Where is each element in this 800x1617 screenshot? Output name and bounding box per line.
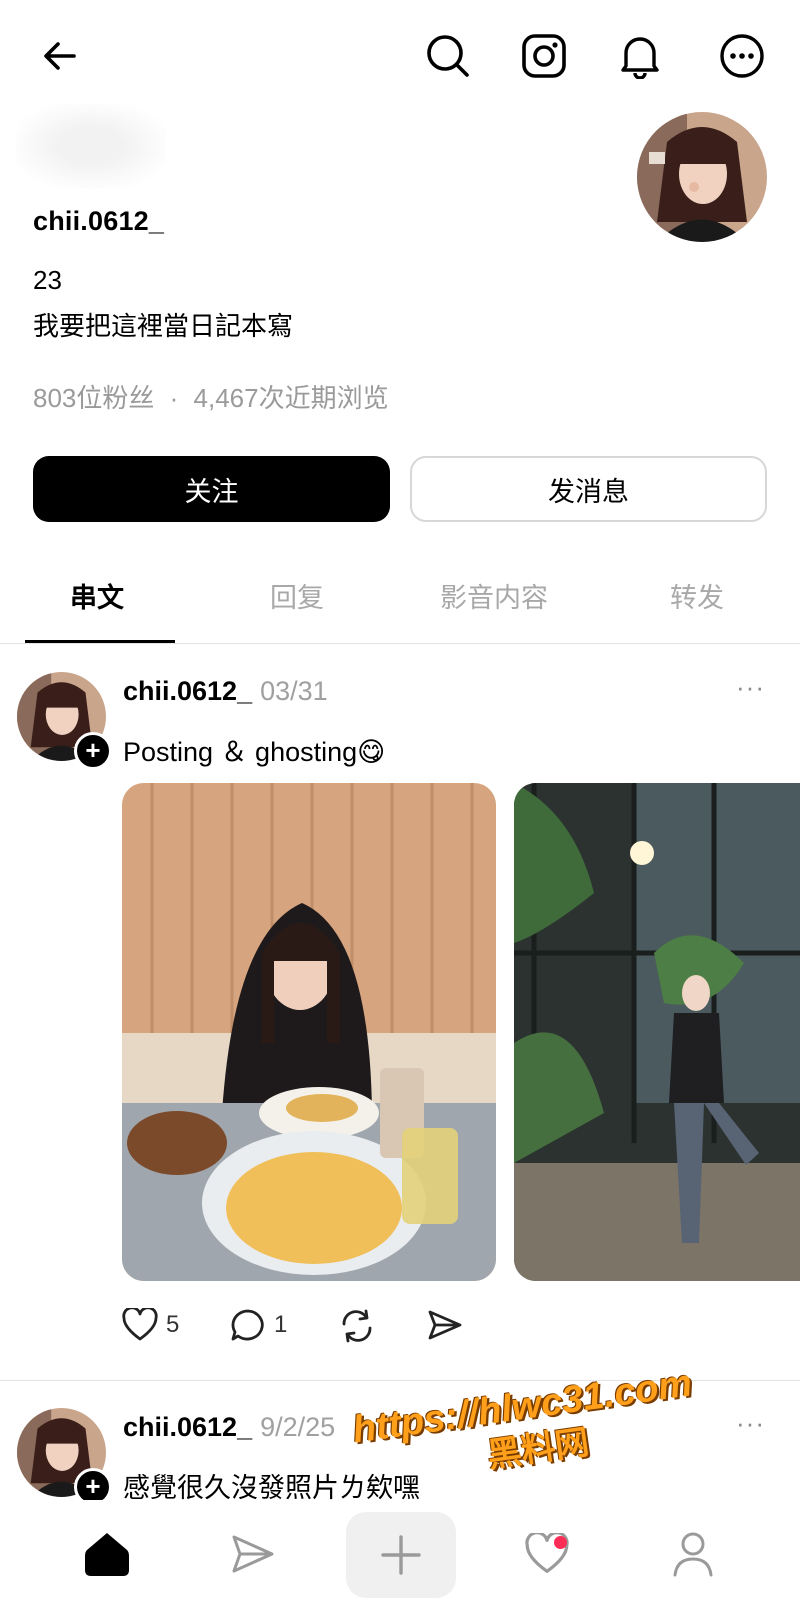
notification-dot xyxy=(554,1536,567,1549)
top-bar xyxy=(0,0,800,110)
comment-count: 1 xyxy=(274,1311,288,1338)
heart-icon[interactable] xyxy=(502,1514,592,1594)
bell-icon[interactable] xyxy=(614,30,666,82)
follow-button[interactable]: 关注 xyxy=(33,456,390,522)
post-author[interactable]: chii.0612_ xyxy=(123,676,252,706)
comment-icon xyxy=(231,1309,264,1341)
tab-media[interactable]: 影音内容 xyxy=(440,576,548,615)
blurred-display-name xyxy=(16,104,166,188)
send-icon[interactable] xyxy=(208,1514,298,1594)
back-arrow-icon[interactable] xyxy=(34,30,86,82)
profile-stats: 803位粉丝 · 4,467次近期浏览 xyxy=(33,378,389,415)
repost-icon xyxy=(342,1309,372,1343)
like-action[interactable]: 5 xyxy=(122,1308,179,1342)
home-icon[interactable] xyxy=(62,1514,152,1594)
post-text: Posting ＆ ghosting😋 xyxy=(123,737,386,767)
post-author-line: chii.0612_ 9/2/25 xyxy=(123,1412,335,1443)
comment-action[interactable]: 1 xyxy=(230,1308,287,1342)
followers-count[interactable]: 803位粉丝 xyxy=(33,383,154,413)
stats-separator: · xyxy=(169,383,179,413)
share-action[interactable] xyxy=(426,1308,464,1342)
instagram-icon[interactable] xyxy=(518,30,570,82)
profile-username: chii.0612_ xyxy=(33,206,165,236)
profile-bio-line1: 23 xyxy=(33,265,62,295)
send-icon xyxy=(428,1310,462,1340)
post-date: 9/2/25 xyxy=(260,1412,336,1442)
repost-action[interactable] xyxy=(338,1308,376,1344)
post-date: 03/31 xyxy=(260,676,328,706)
post-more-icon[interactable]: ··· xyxy=(736,1408,765,1439)
search-icon[interactable] xyxy=(422,30,474,82)
profile-bio-line2: 我要把這裡當日記本寫 xyxy=(33,311,294,341)
post-author-line: chii.0612_ 03/31 xyxy=(123,676,328,707)
post-photo-restaurant[interactable] xyxy=(122,783,496,1281)
heart-icon xyxy=(122,1308,158,1341)
post-author[interactable]: chii.0612_ xyxy=(123,1412,252,1442)
views-count: 4,467次近期浏览 xyxy=(193,383,389,413)
post-actions: 5 1 xyxy=(0,1308,800,1358)
profile-tabs: 串文 回复 影音内容 转发 xyxy=(0,548,800,644)
message-button[interactable]: 发消息 xyxy=(410,456,767,522)
post-photo-garden[interactable] xyxy=(514,783,800,1281)
tab-replies[interactable]: 回复 xyxy=(270,576,324,615)
tab-reposts[interactable]: 转发 xyxy=(670,576,724,615)
plus-icon[interactable] xyxy=(346,1512,456,1598)
follow-plus-icon[interactable]: + xyxy=(74,732,112,770)
bottom-nav xyxy=(0,1500,800,1617)
watermark: https://hlwc31.com 黑料网 xyxy=(350,1362,701,1495)
post-more-icon[interactable]: ··· xyxy=(736,672,765,703)
tab-threads[interactable]: 串文 xyxy=(70,576,124,615)
profile-icon[interactable] xyxy=(648,1514,738,1594)
more-icon[interactable] xyxy=(716,30,768,82)
active-tab-indicator xyxy=(25,640,175,643)
profile-avatar[interactable] xyxy=(637,112,767,242)
like-count: 5 xyxy=(166,1311,180,1338)
